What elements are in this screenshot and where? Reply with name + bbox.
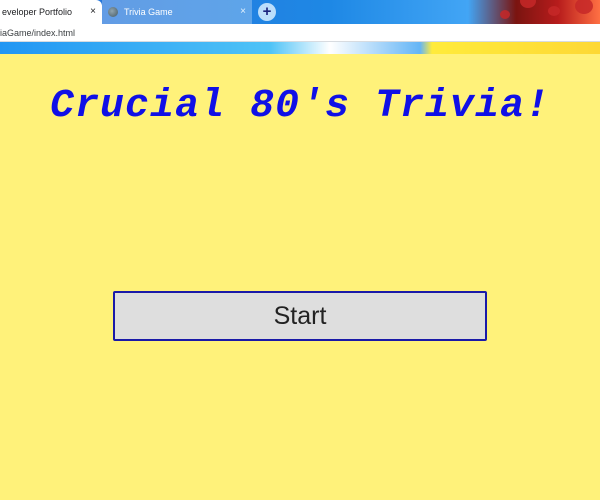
address-text: iaGame/index.html <box>0 27 76 38</box>
wallpaper-leaf <box>575 0 593 14</box>
page-title: Crucial 80's Trivia! <box>49 84 551 129</box>
tab-trivia-game[interactable]: Trivia Game × <box>102 0 252 24</box>
wallpaper-leaf <box>548 6 560 16</box>
globe-icon <box>108 7 118 17</box>
address-bar[interactable]: iaGame/index.html <box>0 24 600 42</box>
tab-label: Trivia Game <box>124 7 173 17</box>
bookmarks-strip <box>0 42 600 54</box>
start-button[interactable]: Start <box>113 291 487 341</box>
wallpaper-leaf <box>520 0 536 8</box>
tab-developer-portfolio[interactable]: eveloper Portfolio × <box>0 0 102 24</box>
tab-label: eveloper Portfolio <box>2 7 73 17</box>
page-content: Crucial 80's Trivia! Start <box>0 54 600 500</box>
close-icon[interactable]: × <box>90 5 96 19</box>
close-icon[interactable]: × <box>240 5 246 19</box>
plus-icon[interactable]: + <box>258 3 276 21</box>
tab-bar: eveloper Portfolio × Trivia Game × + <box>0 0 600 24</box>
wallpaper-leaf <box>500 10 510 19</box>
